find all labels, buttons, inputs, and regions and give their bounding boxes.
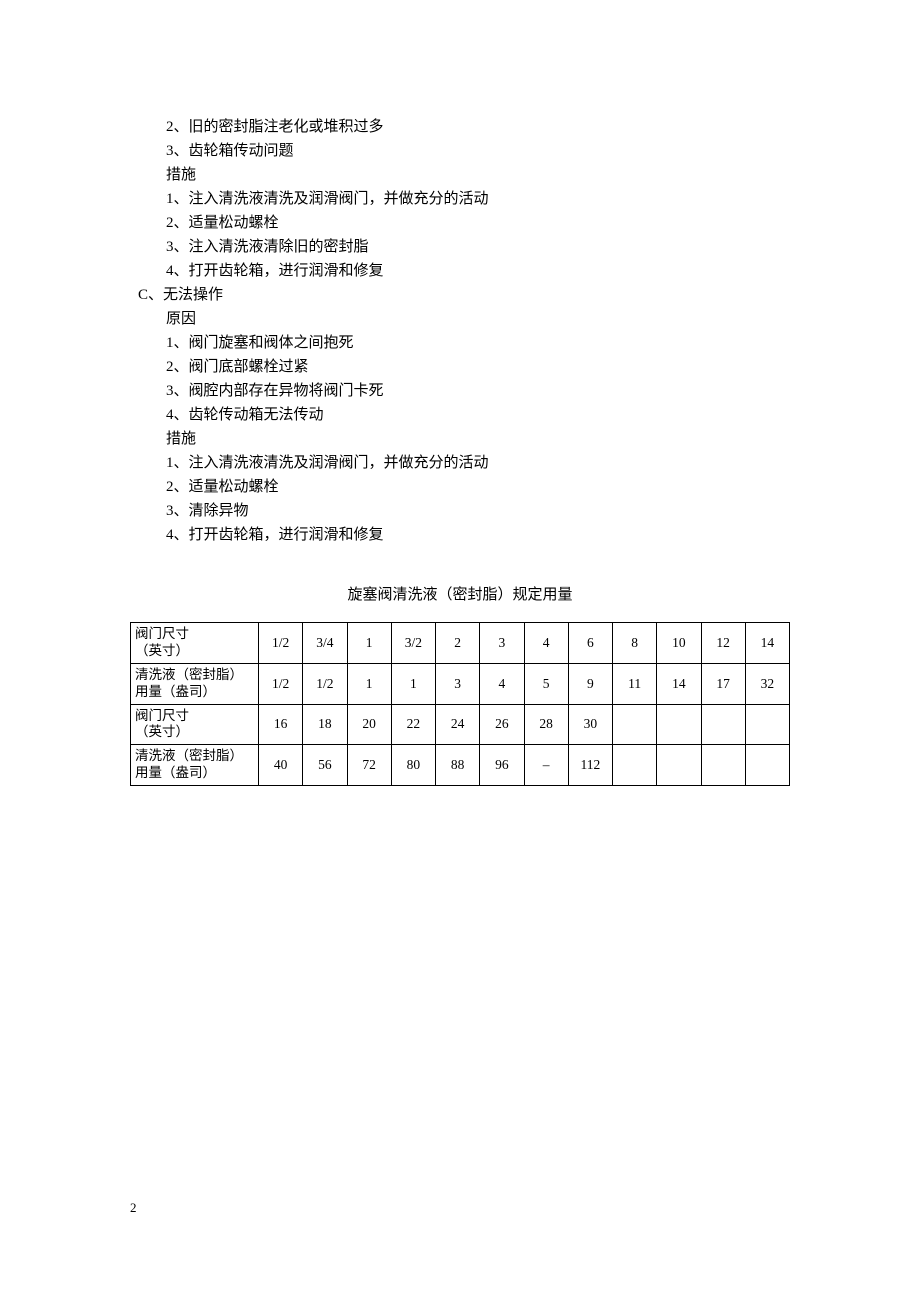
table-cell: 28 xyxy=(524,704,568,745)
text-line: 2、旧的密封脂注老化或堆积过多 xyxy=(130,115,790,139)
table-cell: 9 xyxy=(568,663,612,704)
text-line: 4、打开齿轮箱，进行润滑和修复 xyxy=(130,523,790,547)
table-cell: 5 xyxy=(524,663,568,704)
text-line: 3、注入清洗液清除旧的密封脂 xyxy=(130,235,790,259)
table-cell: 14 xyxy=(657,663,701,704)
text-line: 措施 xyxy=(130,427,790,451)
page-number: 2 xyxy=(130,1200,137,1216)
table-cell xyxy=(613,704,657,745)
text-line: 1、阀门旋塞和阀体之间抱死 xyxy=(130,331,790,355)
row-label: 清洗液（密封脂）用量（盎司） xyxy=(131,663,259,704)
table-cell: 12 xyxy=(701,623,745,664)
table-cell: 1/2 xyxy=(303,663,347,704)
table-cell: 112 xyxy=(568,745,612,786)
table-cell: 96 xyxy=(480,745,524,786)
table-cell: 1 xyxy=(347,663,391,704)
table-cell: 72 xyxy=(347,745,391,786)
body-text: 2、旧的密封脂注老化或堆积过多3、齿轮箱传动问题措施1、注入清洗液清洗及润滑阀门… xyxy=(130,115,790,547)
text-line: 3、齿轮箱传动问题 xyxy=(130,139,790,163)
table-cell: 40 xyxy=(259,745,303,786)
table-cell: 26 xyxy=(480,704,524,745)
table-cell: 80 xyxy=(391,745,435,786)
table-row: 阀门尺寸（英寸）1/23/413/223468101214 xyxy=(131,623,790,664)
table-cell: 4 xyxy=(524,623,568,664)
table-cell: 3/2 xyxy=(391,623,435,664)
table-cell: 30 xyxy=(568,704,612,745)
table-cell: 18 xyxy=(303,704,347,745)
table-cell: 1 xyxy=(347,623,391,664)
table-cell: 11 xyxy=(613,663,657,704)
table-cell: 3 xyxy=(436,663,480,704)
table-cell xyxy=(657,745,701,786)
dosage-table: 阀门尺寸（英寸）1/23/413/223468101214清洗液（密封脂）用量（… xyxy=(130,622,790,786)
table-cell: 16 xyxy=(259,704,303,745)
table-cell: 20 xyxy=(347,704,391,745)
text-line: C、无法操作 xyxy=(130,283,790,307)
table-cell: 8 xyxy=(613,623,657,664)
table-title: 旋塞阀清洗液（密封脂）规定用量 xyxy=(130,583,790,604)
table-cell: 24 xyxy=(436,704,480,745)
text-line: 2、适量松动螺栓 xyxy=(130,475,790,499)
table-cell: 10 xyxy=(657,623,701,664)
table-cell: 4 xyxy=(480,663,524,704)
table-cell xyxy=(745,704,789,745)
row-label: 阀门尺寸（英寸） xyxy=(131,623,259,664)
table-cell xyxy=(613,745,657,786)
text-line: 3、清除异物 xyxy=(130,499,790,523)
text-line: 4、打开齿轮箱，进行润滑和修复 xyxy=(130,259,790,283)
table-cell: 17 xyxy=(701,663,745,704)
table-row: 清洗液（密封脂）用量（盎司）1/21/211345911141732 xyxy=(131,663,790,704)
table-cell: 1/2 xyxy=(259,663,303,704)
text-line: 措施 xyxy=(130,163,790,187)
table-cell: 56 xyxy=(303,745,347,786)
table-cell xyxy=(701,745,745,786)
table-cell: 2 xyxy=(436,623,480,664)
table-cell xyxy=(745,745,789,786)
table-row: 清洗液（密封脂）用量（盎司）405672808896–112 xyxy=(131,745,790,786)
table-cell xyxy=(657,704,701,745)
table-cell: 3 xyxy=(480,623,524,664)
table-cell: 3/4 xyxy=(303,623,347,664)
table-cell: 1/2 xyxy=(259,623,303,664)
text-line: 4、齿轮传动箱无法传动 xyxy=(130,403,790,427)
row-label: 清洗液（密封脂）用量（盎司） xyxy=(131,745,259,786)
table-cell: 32 xyxy=(745,663,789,704)
text-line: 原因 xyxy=(130,307,790,331)
row-label: 阀门尺寸（英寸） xyxy=(131,704,259,745)
table-cell: 22 xyxy=(391,704,435,745)
document-page: 2、旧的密封脂注老化或堆积过多3、齿轮箱传动问题措施1、注入清洗液清洗及润滑阀门… xyxy=(0,0,920,786)
table-row: 阀门尺寸（英寸）1618202224262830 xyxy=(131,704,790,745)
text-line: 1、注入清洗液清洗及润滑阀门，并做充分的活动 xyxy=(130,451,790,475)
text-line: 2、阀门底部螺栓过紧 xyxy=(130,355,790,379)
text-line: 2、适量松动螺栓 xyxy=(130,211,790,235)
table-cell: 1 xyxy=(391,663,435,704)
table-cell: 88 xyxy=(436,745,480,786)
table-cell xyxy=(701,704,745,745)
table-cell: – xyxy=(524,745,568,786)
table-cell: 6 xyxy=(568,623,612,664)
text-line: 3、阀腔内部存在异物将阀门卡死 xyxy=(130,379,790,403)
table-cell: 14 xyxy=(745,623,789,664)
text-line: 1、注入清洗液清洗及润滑阀门，并做充分的活动 xyxy=(130,187,790,211)
